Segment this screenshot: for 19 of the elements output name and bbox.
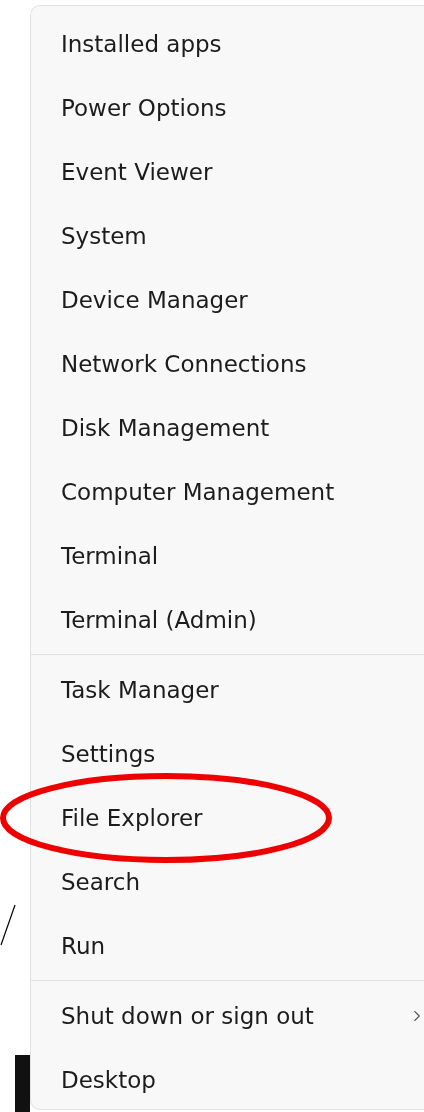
menu-item[interactable]: Computer Management (31, 460, 424, 524)
menu-item[interactable]: Network Connections (31, 332, 424, 396)
menu-item[interactable]: Installed apps (31, 12, 424, 76)
menu-item[interactable]: Disk Management (31, 396, 424, 460)
menu-item[interactable]: File Explorer (31, 786, 424, 850)
annotation-line (0, 904, 16, 946)
menu-item[interactable]: Power Options (31, 76, 424, 140)
menu-item[interactable]: Settings (31, 722, 424, 786)
menu-item[interactable]: Terminal (31, 524, 424, 588)
menu-item[interactable]: Desktop (31, 1048, 424, 1112)
menu-item[interactable]: Task Manager (31, 658, 424, 722)
menu-item[interactable]: System (31, 204, 424, 268)
menu-item[interactable]: Shut down or sign out (31, 984, 424, 1048)
taskbar-edge (15, 1055, 30, 1112)
menu-item[interactable]: Device Manager (31, 268, 424, 332)
menu-item[interactable]: Search (31, 850, 424, 914)
menu-item[interactable]: Event Viewer (31, 140, 424, 204)
menu-item[interactable]: Run (31, 914, 424, 978)
menu-item[interactable]: Terminal (Admin) (31, 588, 424, 652)
